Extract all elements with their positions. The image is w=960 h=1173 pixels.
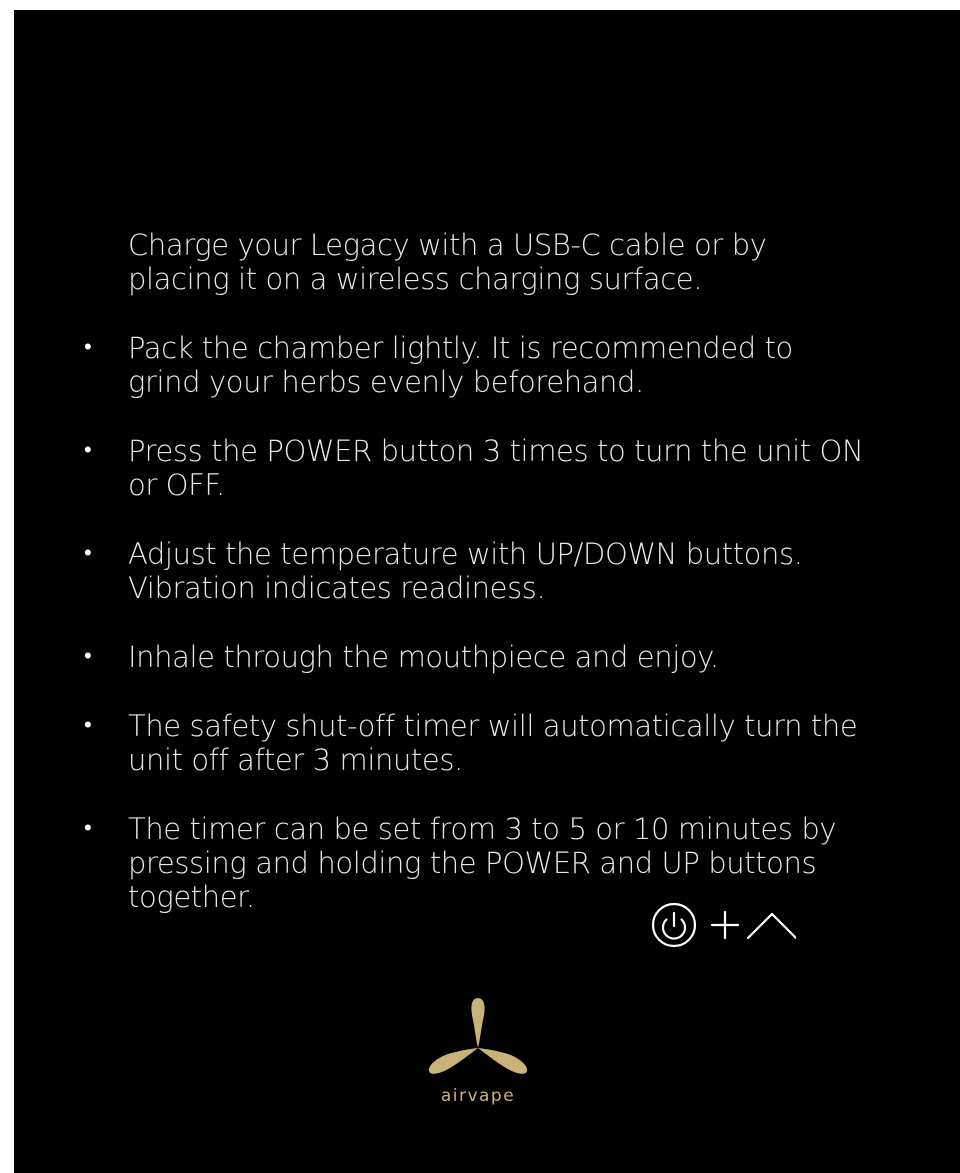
button-combo <box>636 900 796 950</box>
brand-logo: airvape <box>428 996 528 1116</box>
bullet: • <box>84 644 92 669</box>
power-icon <box>651 902 697 948</box>
bullet: • <box>84 816 92 841</box>
chevron-up-icon <box>746 912 796 940</box>
instruction-item: • Adjust the temperature with UP/DOWN bu… <box>84 537 868 605</box>
instruction-item: • The timer can be set from 3 to 5 or 10… <box>84 812 868 914</box>
instruction-item: • Press the POWER button 3 times to turn… <box>84 434 868 502</box>
instruction-text: Adjust the temperature with UP/DOWN butt… <box>128 537 803 605</box>
instruction-text: The timer can be set from 3 to 5 or 10 m… <box>128 812 837 914</box>
instruction-text: Inhale through the mouthpiece and enjoy. <box>128 640 719 674</box>
bullet: • <box>84 541 92 566</box>
instruction-item: • Pack the chamber lightly. It is recomm… <box>84 331 868 399</box>
bullet: • <box>84 713 92 738</box>
instruction-item: • Charge your Legacy with a USB-C cable … <box>128 228 868 296</box>
instruction-item: • The safety shut-off timer will automat… <box>84 709 868 777</box>
instruction-list: • Charge your Legacy with a USB-C cable … <box>84 228 868 949</box>
bullet: • <box>84 335 92 360</box>
instruction-item: • Inhale through the mouthpiece and enjo… <box>84 640 868 674</box>
plus-icon <box>710 910 740 940</box>
bullet: • <box>84 438 92 463</box>
instruction-text: Pack the chamber lightly. It is recommen… <box>128 331 793 399</box>
instruction-text: Press the POWER button 3 times to turn t… <box>128 434 864 502</box>
propeller-logo-icon <box>428 998 528 1074</box>
instruction-text: Charge your Legacy with a USB-C cable or… <box>128 228 767 296</box>
instruction-text: The safety shut-off timer will automatic… <box>128 709 858 777</box>
brand-name: airvape <box>440 1086 516 1106</box>
